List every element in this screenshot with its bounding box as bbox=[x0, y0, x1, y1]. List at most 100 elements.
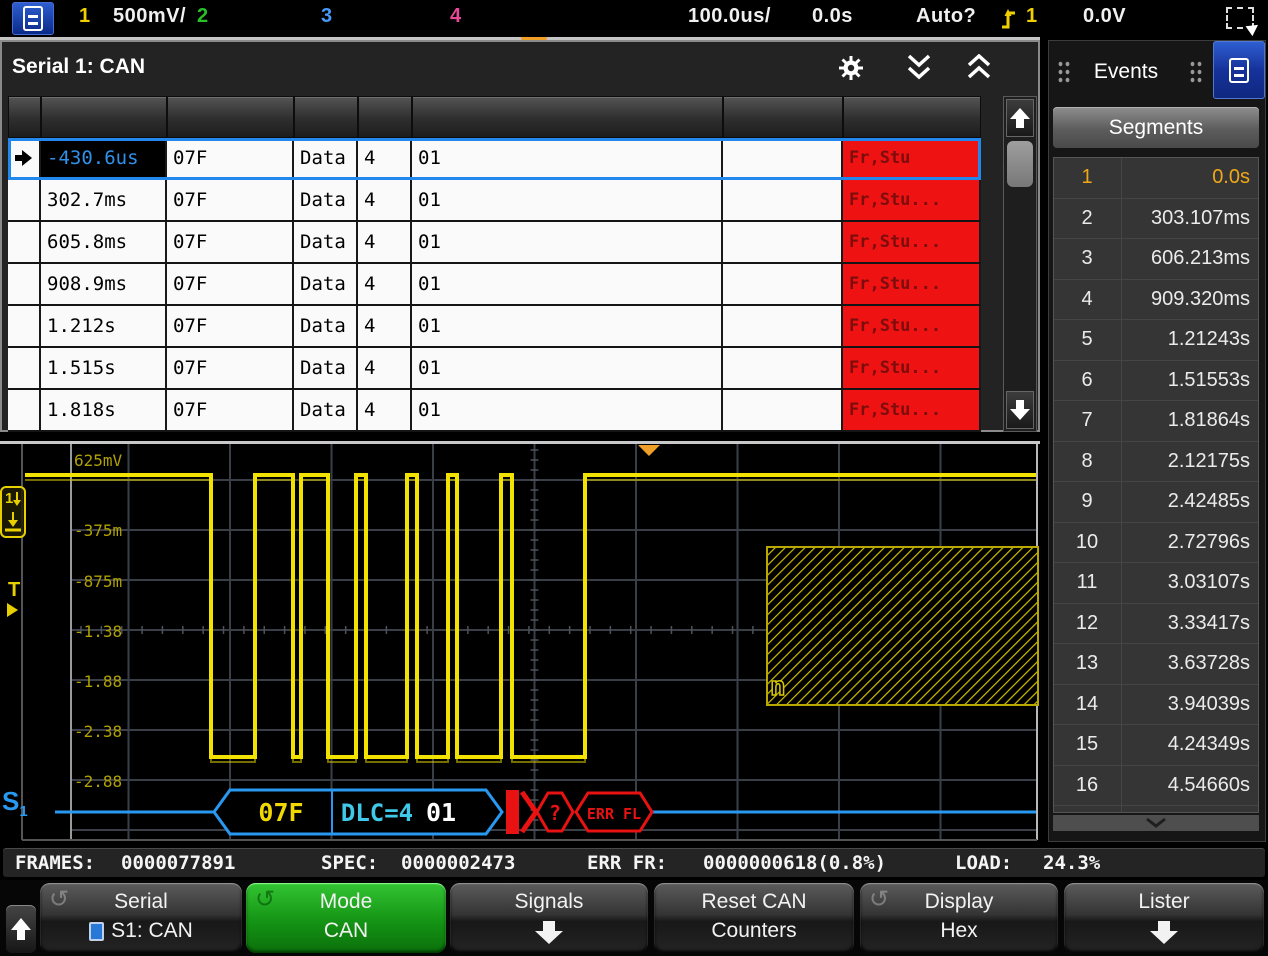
cell-time: 1.515s bbox=[41, 348, 167, 388]
cell-id: 07F bbox=[167, 180, 294, 220]
trigger-level-label[interactable]: T bbox=[8, 579, 20, 602]
column-header[interactable] bbox=[723, 96, 843, 138]
knob-icon: ↺ bbox=[869, 885, 889, 913]
channel-1-badge[interactable]: 1 bbox=[79, 5, 91, 28]
segment-time: 3.03107s bbox=[1120, 571, 1258, 594]
segment-row[interactable]: 6 1.51553s bbox=[1054, 361, 1258, 402]
events-menu-button[interactable] bbox=[1213, 41, 1265, 99]
column-header[interactable] bbox=[294, 96, 358, 138]
table-row[interactable]: 1.515s 07F Data 4 01 Fr,Stu... bbox=[8, 348, 981, 390]
vertical-scale-label: -1.88 bbox=[74, 672, 122, 691]
lister-scrollbar[interactable] bbox=[1003, 96, 1037, 432]
segment-row[interactable]: 13 3.63728s bbox=[1054, 644, 1258, 685]
softkey-mode[interactable]: ↺ Mode CAN bbox=[246, 883, 446, 953]
segments-scroll-down-strip[interactable] bbox=[1053, 815, 1259, 831]
segment-row[interactable]: 1 0.0s bbox=[1054, 158, 1258, 199]
back-button[interactable] bbox=[6, 905, 36, 953]
table-row[interactable]: 302.7ms 07F Data 4 01 Fr,Stu... bbox=[8, 180, 981, 222]
segment-row[interactable]: 4 909.320ms bbox=[1054, 280, 1258, 321]
lister-collapse-button[interactable] bbox=[902, 54, 936, 82]
oscilloscope-screen: 1 500mV/ 2 3 4 100.0us/ 0.0s Auto? 1 0.0… bbox=[0, 0, 1268, 956]
scrollbar-thumb[interactable] bbox=[1007, 141, 1033, 187]
column-header[interactable] bbox=[41, 96, 167, 138]
table-row[interactable]: 1.818s 07F Data 4 01 Fr,Stu... bbox=[8, 390, 981, 432]
segment-row[interactable]: 5 1.21243s bbox=[1054, 320, 1258, 361]
frames-label: FRAMES: bbox=[15, 852, 95, 874]
scroll-down-button[interactable] bbox=[1006, 391, 1034, 429]
segment-row[interactable]: 3 606.213ms bbox=[1054, 239, 1258, 280]
lister-settings-button[interactable] bbox=[834, 54, 868, 82]
trigger-level-arrow-icon[interactable] bbox=[7, 603, 18, 617]
segment-row[interactable]: 8 2.12175s bbox=[1054, 442, 1258, 483]
column-header[interactable] bbox=[8, 96, 41, 138]
lister-table-body: -430.6us 07F Data 4 01 Fr,Stu 302.7ms 07… bbox=[8, 138, 981, 432]
trigger-mode-readout[interactable]: Auto? bbox=[916, 5, 976, 28]
segment-row[interactable]: 16 4.54660s bbox=[1054, 766, 1258, 807]
selected-row-arrow-icon bbox=[15, 150, 33, 166]
segment-row[interactable]: 2 303.107ms bbox=[1054, 199, 1258, 240]
table-row[interactable]: 605.8ms 07F Data 4 01 Fr,Stu... bbox=[8, 222, 981, 264]
cell-dlc: 4 bbox=[358, 390, 412, 430]
channel-2-badge[interactable]: 2 bbox=[197, 5, 209, 28]
vertical-scale-label: -2.88 bbox=[74, 772, 122, 791]
segment-row[interactable]: 9 2.42485s bbox=[1054, 482, 1258, 523]
segment-number: 13 bbox=[1054, 652, 1120, 675]
svg-text:?: ? bbox=[549, 801, 561, 825]
segment-row[interactable]: 10 2.72796s bbox=[1054, 523, 1258, 564]
scroll-up-button[interactable] bbox=[1006, 99, 1034, 137]
serial-channel-swatch bbox=[89, 922, 104, 941]
cell-crc bbox=[723, 138, 843, 178]
segment-row[interactable]: 12 3.33417s bbox=[1054, 604, 1258, 645]
softkey-display[interactable]: ↺ Display Hex bbox=[860, 883, 1058, 953]
segment-time: 1.81864s bbox=[1120, 409, 1258, 432]
column-header[interactable] bbox=[358, 96, 412, 138]
segment-number: 1 bbox=[1054, 166, 1120, 189]
menu-button[interactable] bbox=[12, 2, 54, 35]
segment-row[interactable]: 7 1.81864s bbox=[1054, 401, 1258, 442]
softkey-lister[interactable]: Lister bbox=[1064, 883, 1264, 953]
channel-1-scale[interactable]: 500mV/ bbox=[113, 5, 186, 28]
column-header[interactable] bbox=[167, 96, 294, 138]
segment-time: 2.42485s bbox=[1120, 490, 1258, 513]
cell-crc bbox=[723, 180, 843, 220]
marquee-cursor-icon[interactable] bbox=[1226, 7, 1254, 29]
delay-readout[interactable]: 0.0s bbox=[812, 5, 853, 28]
cell-errors: Fr,Stu... bbox=[843, 264, 981, 304]
segment-row[interactable]: 15 4.24349s bbox=[1054, 725, 1258, 766]
vertical-scale-label: -375m bbox=[74, 521, 122, 540]
errfr-value: 0000000618(0.8%) bbox=[703, 852, 886, 874]
softkey-signals[interactable]: Signals bbox=[450, 883, 648, 953]
softkey-serial[interactable]: ↺ Serial S1: CAN bbox=[40, 883, 242, 953]
lister-expand-button[interactable] bbox=[962, 54, 996, 82]
column-header[interactable] bbox=[412, 96, 723, 138]
timebase-readout[interactable]: 100.0us/ bbox=[688, 5, 771, 28]
channel-1-ground-marker[interactable]: 1 bbox=[0, 486, 26, 538]
segment-number: 16 bbox=[1054, 774, 1120, 797]
cell-dlc: 4 bbox=[358, 264, 412, 304]
segments-button[interactable]: Segments bbox=[1053, 107, 1259, 148]
table-row[interactable]: 908.9ms 07F Data 4 01 Fr,Stu... bbox=[8, 264, 981, 306]
trigger-level-readout[interactable]: 0.0V bbox=[1083, 5, 1126, 28]
segment-row[interactable]: 11 3.03107s bbox=[1054, 563, 1258, 604]
segment-number: 2 bbox=[1054, 207, 1120, 230]
vertical-scale-label: -1.38 bbox=[74, 622, 122, 641]
column-header[interactable] bbox=[843, 96, 981, 138]
segment-time: 2.12175s bbox=[1120, 450, 1258, 473]
serial-bus-label[interactable]: S1 bbox=[2, 786, 28, 820]
can-frame-data: 01 bbox=[426, 798, 456, 827]
segment-number: 6 bbox=[1054, 369, 1120, 392]
trigger-source-readout[interactable]: 1 bbox=[1026, 5, 1038, 28]
segment-number: 10 bbox=[1054, 531, 1120, 554]
events-panel-header: Events bbox=[1049, 41, 1265, 103]
hatched-region bbox=[767, 547, 1038, 705]
softkey-serial-value: S1: CAN bbox=[111, 919, 193, 943]
segment-row[interactable]: 14 3.94039s bbox=[1054, 685, 1258, 726]
channel-3-badge[interactable]: 3 bbox=[321, 5, 333, 28]
cell-time: 1.212s bbox=[41, 306, 167, 346]
softkey-reset-can[interactable]: Reset CAN Counters bbox=[654, 883, 854, 953]
table-row[interactable]: -430.6us 07F Data 4 01 Fr,Stu bbox=[8, 138, 981, 180]
segment-row[interactable]: 17 4.84971s bbox=[1054, 806, 1258, 813]
table-row[interactable]: 1.212s 07F Data 4 01 Fr,Stu... bbox=[8, 306, 981, 348]
channel-4-badge[interactable]: 4 bbox=[450, 5, 462, 28]
softkey-display-value: Hex bbox=[940, 919, 977, 943]
